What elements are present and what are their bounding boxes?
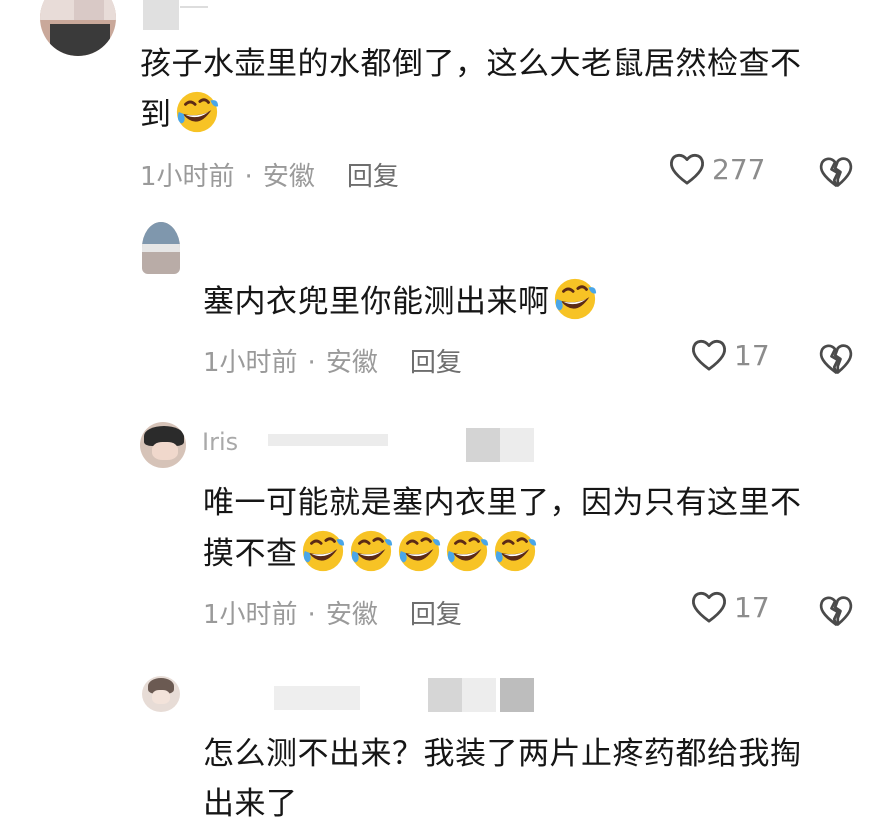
username[interactable]: Iris xyxy=(202,428,238,456)
username-blurred xyxy=(462,678,496,712)
avatar[interactable] xyxy=(40,0,116,56)
laugh-cry-emoji-icon xyxy=(348,528,394,574)
comment-1: 孩子水壶里的水都倒了，这么大老鼠居然检查不 到 1小时前 · 安徽 回复 277 xyxy=(0,0,896,200)
dislike-broken-heart-icon[interactable] xyxy=(818,342,854,376)
username-blurred xyxy=(466,428,500,462)
dislike-broken-heart-icon[interactable] xyxy=(818,155,854,189)
reply-button[interactable]: 回复 xyxy=(410,348,462,378)
reply-button[interactable]: 回复 xyxy=(410,600,462,630)
like-button[interactable]: 277 xyxy=(668,152,765,186)
laugh-cry-emoji-icon xyxy=(396,528,442,574)
comment-location: 安徽 xyxy=(325,600,378,630)
reply-button[interactable]: 回复 xyxy=(347,162,399,192)
separator: · xyxy=(307,600,316,630)
comment-text: 怎么测不出来？我装了两片止疼药都给我掏 出来了 xyxy=(203,736,802,822)
username-blurred xyxy=(180,6,208,8)
username-blurred xyxy=(500,428,534,462)
laugh-cry-emoji-icon xyxy=(492,528,538,574)
laugh-cry-emoji-icon xyxy=(552,276,598,322)
separator: · xyxy=(307,348,316,378)
comment-text: 塞内衣兜里你能测出来啊 xyxy=(203,276,883,327)
comment-time: 1小时前 xyxy=(203,348,298,378)
comment-text: 唯一可能就是塞内衣里了，因为只有这里不 摸不查 xyxy=(203,485,802,574)
laugh-cry-emoji-icon xyxy=(444,528,490,574)
like-count: 277 xyxy=(712,152,766,186)
laugh-cry-emoji-icon xyxy=(300,528,346,574)
comment-location: 安徽 xyxy=(262,162,315,192)
comment-meta: 1小时前 · 安徽 回复 xyxy=(203,342,462,379)
laugh-cry-emoji-icon xyxy=(174,89,220,135)
comment-time: 1小时前 xyxy=(140,162,235,192)
comment-time: 1小时前 xyxy=(203,600,298,630)
username-blurred[interactable] xyxy=(274,686,360,710)
heart-icon xyxy=(668,152,706,186)
dislike-broken-heart-icon[interactable] xyxy=(818,594,854,628)
comment-meta: 1小时前 · 安徽 回复 xyxy=(140,156,399,193)
comment-meta: 1小时前 · 安徽 回复 xyxy=(203,594,462,631)
comment-location: 安徽 xyxy=(325,348,378,378)
avatar[interactable] xyxy=(140,422,186,468)
separator: · xyxy=(244,162,253,192)
heart-icon xyxy=(690,338,728,372)
avatar[interactable] xyxy=(142,222,180,274)
username-blurred xyxy=(428,678,462,712)
avatar[interactable] xyxy=(142,676,180,712)
comment-text: 孩子水壶里的水都倒了，这么大老鼠居然检查不 到 xyxy=(140,46,802,135)
like-count: 17 xyxy=(734,338,770,372)
like-button[interactable]: 17 xyxy=(690,338,770,372)
username-blurred xyxy=(500,678,534,712)
username-blurred[interactable] xyxy=(143,0,179,30)
like-count: 17 xyxy=(734,590,770,624)
heart-icon xyxy=(690,590,728,624)
like-button[interactable]: 17 xyxy=(690,590,770,624)
username-blurred xyxy=(268,434,388,446)
